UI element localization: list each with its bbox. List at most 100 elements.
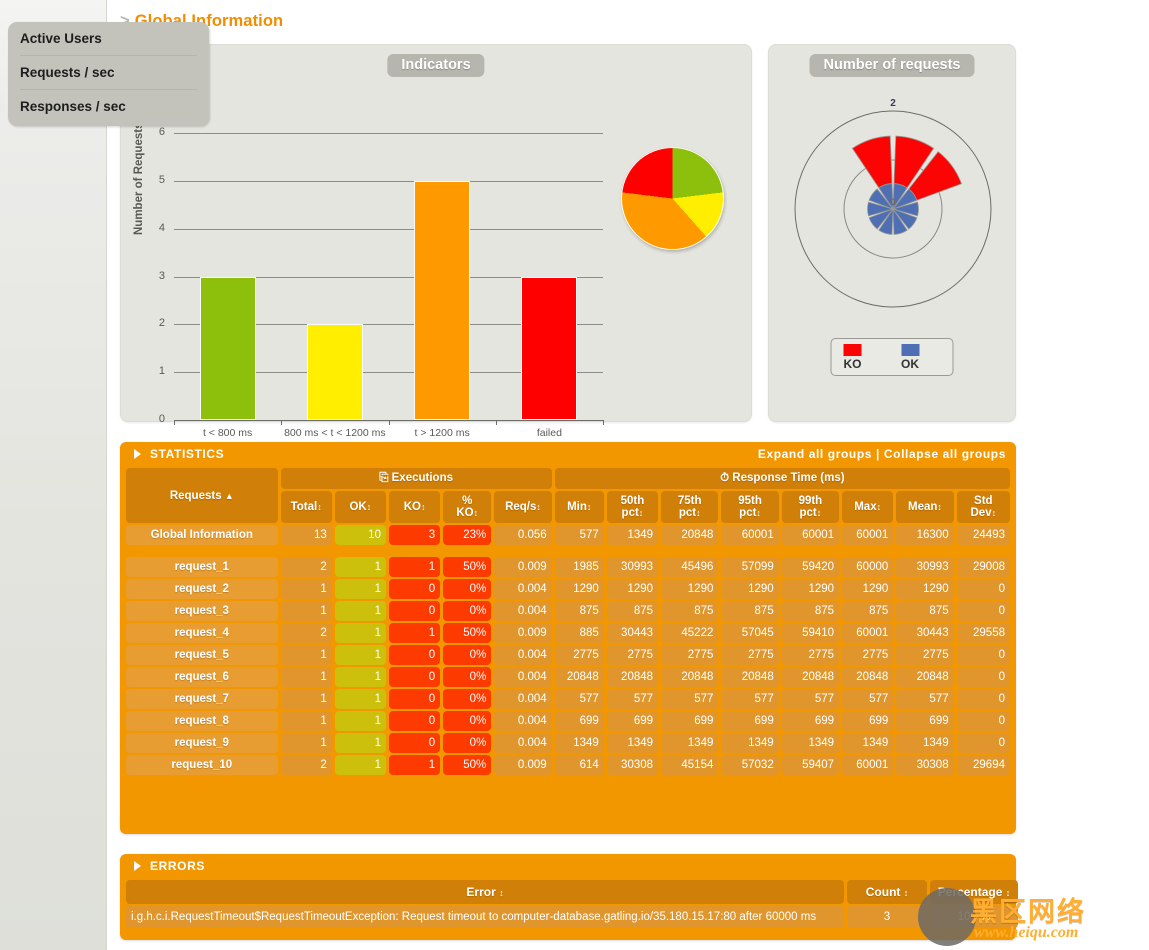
table-row[interactable]: request_2 1 1 0 0% 0.004 1290 1290 1290 1290 1290 1… <box>126 579 1010 599</box>
column-header-std-dev[interactable]: Std Dev↕ <box>956 491 1010 523</box>
column-header-label: Std Dev <box>970 495 993 519</box>
request-name-cell[interactable]: request_5 <box>126 645 278 665</box>
cell-mean: 875 <box>896 601 954 621</box>
cell-ok: 1 <box>334 667 386 687</box>
sidebar-item-active-users[interactable]: Active Users <box>20 22 197 56</box>
request-name-cell[interactable]: request_9 <box>126 733 278 753</box>
column-header-min[interactable]: Min↕ <box>554 491 604 523</box>
cell-reqs: 0.009 <box>494 623 552 643</box>
cell-stddev: 24493 <box>956 525 1010 545</box>
request-name-cell[interactable]: request_6 <box>126 667 278 687</box>
request-name-cell[interactable]: Global Information <box>126 525 278 545</box>
cell-total: 1 <box>280 579 332 599</box>
bar-chart-bar[interactable] <box>306 324 363 420</box>
bar-chart-bar[interactable] <box>199 276 256 420</box>
sort-icon: ↕ <box>317 502 322 512</box>
column-header-total[interactable]: Total↕ <box>280 491 332 523</box>
cell-max: 1290 <box>842 579 894 599</box>
expand-triangle-icon[interactable] <box>134 861 141 871</box>
column-header-max[interactable]: Max↕ <box>842 491 894 523</box>
column-header-count[interactable]: Count ↕ <box>847 880 927 904</box>
column-header-label: OK <box>349 501 367 513</box>
cell-p50: 699 <box>606 711 659 731</box>
cell-total: 1 <box>280 667 332 687</box>
cell-stddev: 0 <box>956 601 1010 621</box>
cell-ko: 1 <box>388 623 441 643</box>
sidebar-item-requests-per-sec[interactable]: Requests / sec <box>20 56 197 90</box>
expand-all-groups-link[interactable]: Expand all groups <box>758 447 872 461</box>
column-header-95th-pct[interactable]: 95th pct↕ <box>721 491 779 523</box>
polar-wedges <box>851 135 963 235</box>
column-header-requests[interactable]: Requests ▲ <box>126 468 278 523</box>
cell-max: 60001 <box>842 525 894 545</box>
request-name-cell[interactable]: request_4 <box>126 623 278 643</box>
column-header-error[interactable]: Error ↕ <box>126 880 844 904</box>
cell-reqs: 0.004 <box>494 601 552 621</box>
column-header-%-ko[interactable]: % KO↕ <box>443 491 492 523</box>
column-header-ok[interactable]: OK↕ <box>334 491 386 523</box>
cell-p75: 45496 <box>661 557 719 577</box>
indicators-panel: Indicators Number of Requests 0123456 t … <box>120 44 753 439</box>
collapse-all-groups-link[interactable]: Collapse all groups <box>884 447 1006 461</box>
cell-ko_pct: 0% <box>443 645 492 665</box>
bar-chart-y-tick-label: 5 <box>158 173 165 186</box>
sort-icon: ↕ <box>473 508 479 518</box>
column-header-req/s[interactable]: Req/s↕ <box>494 491 552 523</box>
table-row[interactable]: request_4 2 1 1 50% 0.009 885 30443 45222 57045 59… <box>126 623 1010 643</box>
cell-ok: 1 <box>334 689 386 709</box>
table-row[interactable]: request_3 1 1 0 0% 0.004 875 875 875 875 875 875 875… <box>126 601 1010 621</box>
table-row[interactable]: Global Information 13 10 3 23% 0.056 577 1349 20… <box>126 525 1010 545</box>
errors-table: Error ↕ Count ↕ Percentage ↕ i.g.h.c.i.R… <box>123 878 1021 930</box>
sort-icon: ↕ <box>937 502 942 512</box>
cell-p95: 1349 <box>721 733 779 753</box>
table-row[interactable]: request_7 1 1 0 0% 0.004 577 577 577 577 577 577 577… <box>126 689 1010 709</box>
request-name-cell[interactable]: request_7 <box>126 689 278 709</box>
column-header-label: Max <box>854 501 877 513</box>
table-row[interactable]: request_8 1 1 0 0% 0.004 699 699 699 699 699 699 699… <box>126 711 1010 731</box>
table-row[interactable]: request_1 2 1 1 50% 0.009 1985 30993 45496 57099 5… <box>126 557 1010 577</box>
request-name-cell[interactable]: request_1 <box>126 557 278 577</box>
column-header-error-label: Error <box>466 885 496 899</box>
indicators-bar-chart: Number of Requests 0123456 t < 800 ms 800… <box>121 85 753 439</box>
cell-stddev: 29694 <box>956 755 1010 775</box>
cell-p50: 1349 <box>606 733 659 753</box>
table-row[interactable]: request_9 1 1 0 0% 0.004 1349 1349 1349 1349 1349 1… <box>126 733 1010 753</box>
column-header-75th-pct[interactable]: 75th pct↕ <box>661 491 719 523</box>
request-name-cell[interactable]: request_8 <box>126 711 278 731</box>
column-header-99th-pct[interactable]: 99th pct↕ <box>781 491 840 523</box>
expand-triangle-icon[interactable] <box>134 449 141 459</box>
sidebar-item-responses-per-sec[interactable]: Responses / sec <box>20 90 197 124</box>
cell-p75: 1290 <box>661 579 719 599</box>
bar-chart-bar[interactable] <box>414 180 471 420</box>
request-name-cell[interactable]: request_2 <box>126 579 278 599</box>
cell-stddev: 0 <box>956 733 1010 753</box>
request-name-cell[interactable]: request_3 <box>126 601 278 621</box>
cell-total: 2 <box>280 557 332 577</box>
cell-max: 1349 <box>842 733 894 753</box>
cell-reqs: 0.009 <box>494 557 552 577</box>
column-header-50th-pct[interactable]: 50th pct↕ <box>606 491 659 523</box>
statistics-section: STATISTICS Expand all groups | Collapse … <box>120 442 1016 834</box>
table-row[interactable]: i.g.h.c.i.RequestTimeout$RequestTimeoutE… <box>126 906 1018 928</box>
cell-p50: 20848 <box>606 667 659 687</box>
bar-chart-bar[interactable] <box>521 276 578 420</box>
cell-total: 1 <box>280 645 332 665</box>
table-row[interactable]: request_5 1 1 0 0% 0.004 2775 2775 2775 2775 2775 2… <box>126 645 1010 665</box>
group-header-executions-label: Executions <box>391 472 453 484</box>
cell-reqs: 0.056 <box>494 525 552 545</box>
bar-chart-y-tick-label: 4 <box>158 221 165 234</box>
cell-max: 60001 <box>842 623 894 643</box>
bar-chart-plot-area <box>174 133 603 420</box>
cell-p75: 20848 <box>661 667 719 687</box>
request-name-cell[interactable]: request_10 <box>126 755 278 775</box>
table-row[interactable]: request_6 1 1 0 0% 0.004 20848 20848 20848 20848 2… <box>126 667 1010 687</box>
column-header-mean[interactable]: Mean↕ <box>896 491 954 523</box>
statistics-table: Requests ▲ ⎘ Executions ⏱ Response Time … <box>123 466 1013 777</box>
column-header-percentage[interactable]: Percentage ↕ <box>930 880 1018 904</box>
column-header-ko[interactable]: KO↕ <box>388 491 441 523</box>
cell-p95: 875 <box>721 601 779 621</box>
cell-p99: 59407 <box>781 755 840 775</box>
cell-mean: 30308 <box>896 755 954 775</box>
polar-radial-label-outer: 2 <box>890 98 896 109</box>
table-row[interactable]: request_10 2 1 1 50% 0.009 614 30308 45154 57032 5… <box>126 755 1010 775</box>
